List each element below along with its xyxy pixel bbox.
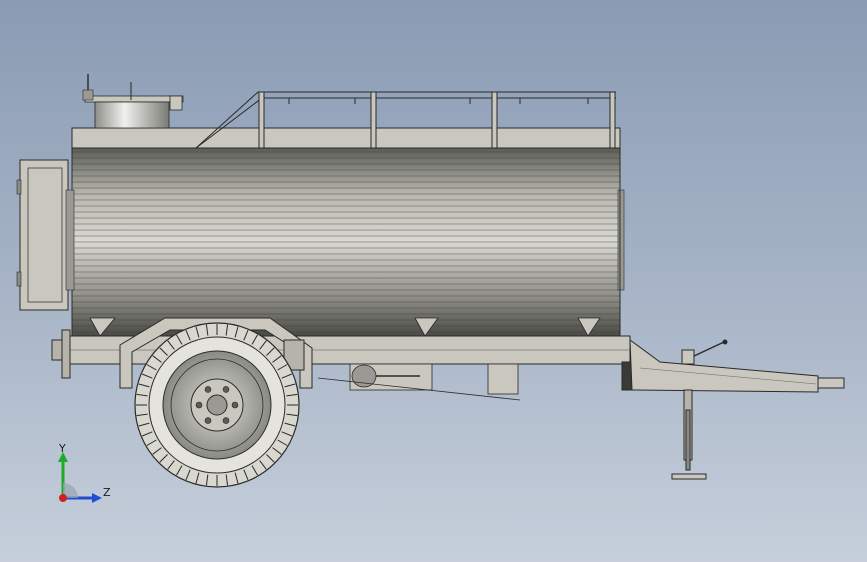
tank-top-band (71, 127, 621, 149)
filler-hatch (82, 74, 184, 129)
lug-nut (204, 417, 212, 424)
jack-stand (671, 339, 728, 480)
wheel (134, 322, 300, 488)
drawbar (629, 338, 845, 393)
lug-nut (231, 401, 239, 409)
lug-nut (195, 401, 203, 409)
lug-nut (204, 386, 212, 393)
tank-shell (65, 140, 625, 337)
rear-cabinet (16, 159, 69, 311)
z-axis-label: Z (103, 486, 111, 499)
cad-viewport[interactable]: Y Z (0, 0, 867, 562)
lug-nut (222, 417, 230, 424)
y-axis-label: Y (59, 442, 66, 455)
x-axis-icon (59, 494, 67, 502)
brake-cylinder (317, 363, 521, 401)
lug-nut (222, 386, 230, 393)
trailer-model[interactable] (0, 0, 867, 562)
